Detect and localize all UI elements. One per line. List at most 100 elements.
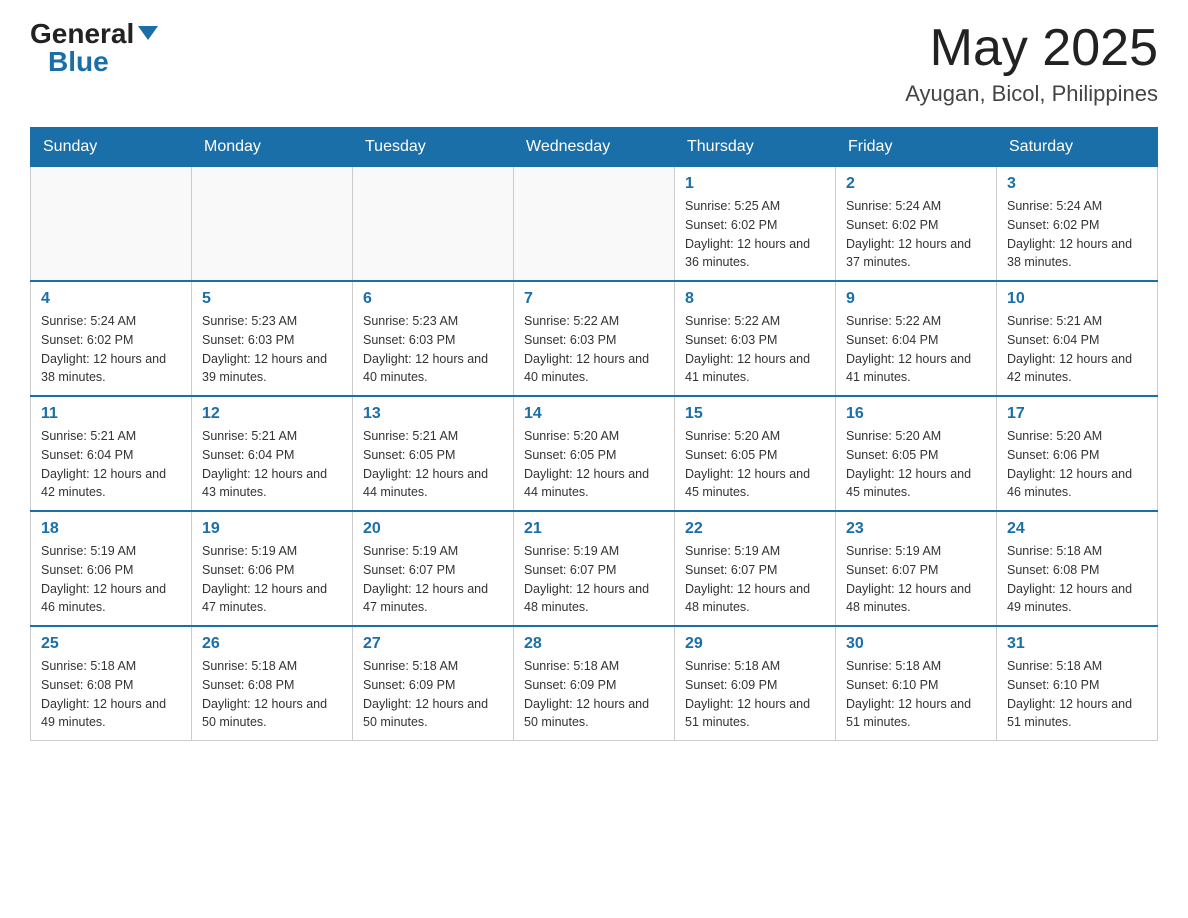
weekday-header-friday: Friday: [836, 128, 997, 167]
day-info: Sunrise: 5:18 AM Sunset: 6:08 PM Dayligh…: [202, 657, 342, 732]
day-info: Sunrise: 5:19 AM Sunset: 6:07 PM Dayligh…: [846, 542, 986, 617]
day-number: 5: [202, 290, 342, 308]
day-number: 7: [524, 290, 664, 308]
calendar-cell: 27Sunrise: 5:18 AM Sunset: 6:09 PM Dayli…: [353, 626, 514, 741]
calendar-cell: 2 Sunrise: 5:24 AM Sunset: 6:02 PM Daylig…: [836, 167, 997, 282]
calendar-cell: [31, 167, 192, 282]
weekday-header-sunday: Sunday: [31, 128, 192, 167]
calendar-cell: 14 Sunrise: 5:20 AM Sunset: 6:05 PM Dayli…: [514, 396, 675, 511]
day-info: Sunrise: 5:21 AM Sunset: 6:05 PM Dayligh…: [363, 427, 503, 502]
logo: General Blue: [30, 20, 158, 76]
logo-general: General: [30, 20, 134, 48]
calendar-cell: 17Sunrise: 5:20 AM Sunset: 6:06 PM Dayli…: [997, 396, 1158, 511]
calendar-cell: 29 Sunrise: 5:18 AM Sunset: 6:09 PM Dayli…: [675, 626, 836, 741]
calendar-cell: 18Sunrise: 5:19 AM Sunset: 6:06 PM Dayli…: [31, 511, 192, 626]
day-info: Sunrise: 5:19 AM Sunset: 6:07 PM Dayligh…: [685, 542, 825, 617]
calendar-cell: 9 Sunrise: 5:22 AM Sunset: 6:04 PM Daylig…: [836, 281, 997, 396]
calendar-cell: [514, 167, 675, 282]
day-number: 1: [685, 175, 825, 193]
calendar-cell: 31 Sunrise: 5:18 AM Sunset: 6:10 PM Dayli…: [997, 626, 1158, 741]
day-info: Sunrise: 5:18 AM Sunset: 6:10 PM Dayligh…: [1007, 657, 1147, 732]
calendar-cell: 19 Sunrise: 5:19 AM Sunset: 6:06 PM Dayli…: [192, 511, 353, 626]
calendar-cell: 11 Sunrise: 5:21 AM Sunset: 6:04 PM Dayli…: [31, 396, 192, 511]
day-number: 2: [846, 175, 986, 193]
day-info: Sunrise: 5:18 AM Sunset: 6:08 PM Dayligh…: [41, 657, 181, 732]
day-info: Sunrise: 5:24 AM Sunset: 6:02 PM Dayligh…: [1007, 197, 1147, 272]
calendar-week-row: 18 Sunrise: 5:19 AM Sunset: 6:06 PM Dayli…: [31, 511, 1158, 626]
calendar-cell: 21Sunrise: 5:19 AM Sunset: 6:07 PM Dayli…: [514, 511, 675, 626]
day-info: Sunrise: 5:20 AM Sunset: 6:05 PM Dayligh…: [524, 427, 664, 502]
day-info: Sunrise: 5:19 AM Sunset: 6:06 PM Dayligh…: [202, 542, 342, 617]
day-number: 11: [41, 405, 181, 423]
day-number: 13: [363, 405, 503, 423]
calendar-cell: [353, 167, 514, 282]
calendar-cell: 1Sunrise: 5:25 AM Sunset: 6:02 PM Daylig…: [675, 167, 836, 282]
calendar-cell: 24 Sunrise: 5:18 AM Sunset: 6:08 PM Dayli…: [997, 511, 1158, 626]
weekday-header-saturday: Saturday: [997, 128, 1158, 167]
day-info: Sunrise: 5:20 AM Sunset: 6:05 PM Dayligh…: [685, 427, 825, 502]
day-number: 10: [1007, 290, 1147, 308]
weekday-header-monday: Monday: [192, 128, 353, 167]
title-block: May 2025 Ayugan, Bicol, Philippines: [905, 20, 1158, 107]
day-number: 8: [685, 290, 825, 308]
calendar-cell: 8Sunrise: 5:22 AM Sunset: 6:03 PM Daylig…: [675, 281, 836, 396]
day-number: 18: [41, 520, 181, 538]
day-info: Sunrise: 5:23 AM Sunset: 6:03 PM Dayligh…: [363, 312, 503, 387]
day-number: 19: [202, 520, 342, 538]
day-info: Sunrise: 5:18 AM Sunset: 6:09 PM Dayligh…: [685, 657, 825, 732]
calendar-cell: 30 Sunrise: 5:18 AM Sunset: 6:10 PM Dayli…: [836, 626, 997, 741]
day-info: Sunrise: 5:20 AM Sunset: 6:05 PM Dayligh…: [846, 427, 986, 502]
calendar-cell: 22 Sunrise: 5:19 AM Sunset: 6:07 PM Dayli…: [675, 511, 836, 626]
day-number: 29: [685, 635, 825, 653]
month-title: May 2025: [905, 20, 1158, 77]
day-number: 9: [846, 290, 986, 308]
day-info: Sunrise: 5:18 AM Sunset: 6:08 PM Dayligh…: [1007, 542, 1147, 617]
calendar-cell: 4Sunrise: 5:24 AM Sunset: 6:02 PM Daylig…: [31, 281, 192, 396]
day-info: Sunrise: 5:24 AM Sunset: 6:02 PM Dayligh…: [846, 197, 986, 272]
calendar-cell: 3 Sunrise: 5:24 AM Sunset: 6:02 PM Daylig…: [997, 167, 1158, 282]
day-info: Sunrise: 5:18 AM Sunset: 6:10 PM Dayligh…: [846, 657, 986, 732]
day-number: 12: [202, 405, 342, 423]
calendar-cell: 23 Sunrise: 5:19 AM Sunset: 6:07 PM Dayli…: [836, 511, 997, 626]
day-info: Sunrise: 5:21 AM Sunset: 6:04 PM Dayligh…: [1007, 312, 1147, 387]
calendar-table: SundayMondayTuesdayWednesdayThursdayFrid…: [30, 127, 1158, 741]
day-number: 27: [363, 635, 503, 653]
day-number: 30: [846, 635, 986, 653]
calendar-cell: 26 Sunrise: 5:18 AM Sunset: 6:08 PM Dayli…: [192, 626, 353, 741]
day-number: 3: [1007, 175, 1147, 193]
day-number: 28: [524, 635, 664, 653]
calendar-cell: 16Sunrise: 5:20 AM Sunset: 6:05 PM Dayli…: [836, 396, 997, 511]
day-number: 22: [685, 520, 825, 538]
calendar-week-row: 4Sunrise: 5:24 AM Sunset: 6:02 PM Daylig…: [31, 281, 1158, 396]
day-number: 17: [1007, 405, 1147, 423]
calendar-cell: 6Sunrise: 5:23 AM Sunset: 6:03 PM Daylig…: [353, 281, 514, 396]
day-number: 14: [524, 405, 664, 423]
page-header: General Blue May 2025 Ayugan, Bicol, Phi…: [30, 20, 1158, 107]
day-number: 4: [41, 290, 181, 308]
calendar-cell: 10 Sunrise: 5:21 AM Sunset: 6:04 PM Dayli…: [997, 281, 1158, 396]
day-info: Sunrise: 5:19 AM Sunset: 6:07 PM Dayligh…: [524, 542, 664, 617]
weekday-header-thursday: Thursday: [675, 128, 836, 167]
day-info: Sunrise: 5:19 AM Sunset: 6:07 PM Dayligh…: [363, 542, 503, 617]
calendar-cell: 20Sunrise: 5:19 AM Sunset: 6:07 PM Dayli…: [353, 511, 514, 626]
calendar-week-row: 1Sunrise: 5:25 AM Sunset: 6:02 PM Daylig…: [31, 167, 1158, 282]
day-number: 24: [1007, 520, 1147, 538]
day-info: Sunrise: 5:21 AM Sunset: 6:04 PM Dayligh…: [41, 427, 181, 502]
weekday-header-row: SundayMondayTuesdayWednesdayThursdayFrid…: [31, 128, 1158, 167]
logo-arrow-icon: [138, 26, 158, 40]
day-info: Sunrise: 5:21 AM Sunset: 6:04 PM Dayligh…: [202, 427, 342, 502]
day-number: 26: [202, 635, 342, 653]
calendar-cell: 7 Sunrise: 5:22 AM Sunset: 6:03 PM Daylig…: [514, 281, 675, 396]
day-info: Sunrise: 5:22 AM Sunset: 6:03 PM Dayligh…: [524, 312, 664, 387]
day-number: 31: [1007, 635, 1147, 653]
day-number: 15: [685, 405, 825, 423]
day-number: 23: [846, 520, 986, 538]
calendar-cell: 28Sunrise: 5:18 AM Sunset: 6:09 PM Dayli…: [514, 626, 675, 741]
calendar-cell: [192, 167, 353, 282]
calendar-cell: 12 Sunrise: 5:21 AM Sunset: 6:04 PM Dayli…: [192, 396, 353, 511]
day-info: Sunrise: 5:22 AM Sunset: 6:04 PM Dayligh…: [846, 312, 986, 387]
calendar-cell: 13 Sunrise: 5:21 AM Sunset: 6:05 PM Dayli…: [353, 396, 514, 511]
calendar-cell: 15 Sunrise: 5:20 AM Sunset: 6:05 PM Dayli…: [675, 396, 836, 511]
day-number: 25: [41, 635, 181, 653]
location-title: Ayugan, Bicol, Philippines: [905, 81, 1158, 107]
